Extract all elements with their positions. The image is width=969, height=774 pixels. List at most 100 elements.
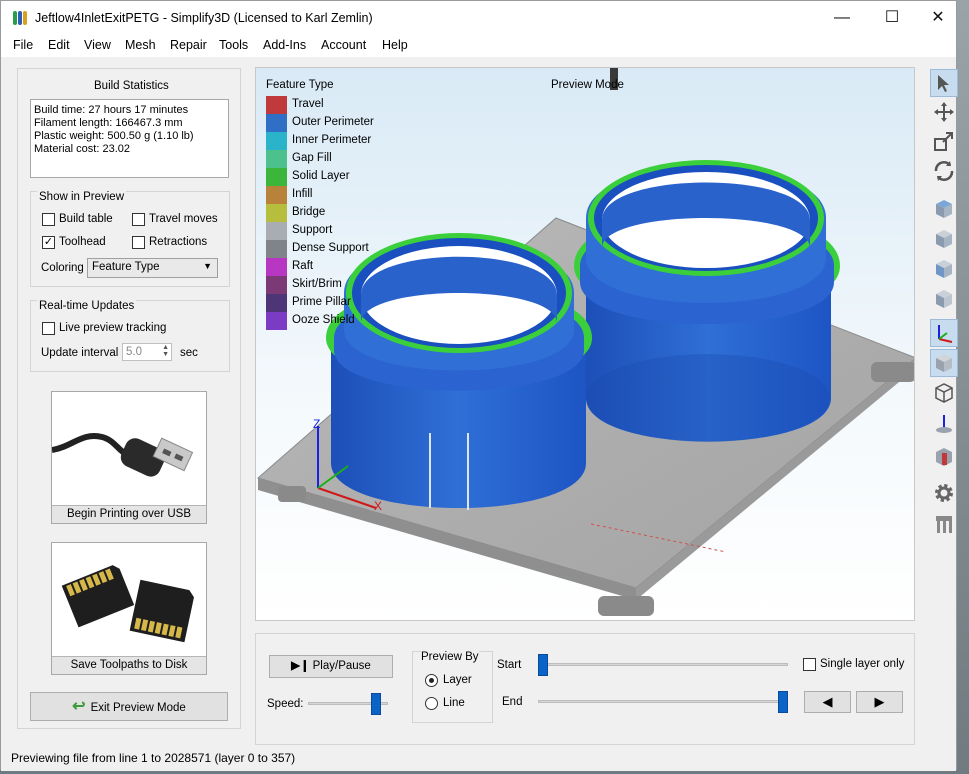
- legend-swatch: [266, 294, 287, 312]
- minimize-button[interactable]: —: [819, 1, 865, 35]
- toolhead-label: Toolhead: [59, 236, 106, 248]
- start-slider-thumb[interactable]: [538, 654, 548, 676]
- settings-icon[interactable]: [930, 479, 958, 507]
- dropdown-arrow-icon: ▼: [203, 261, 212, 271]
- menu-edit[interactable]: Edit: [48, 38, 70, 52]
- legend-label: Inner Perimeter: [292, 134, 372, 146]
- usb-print-card[interactable]: Begin Printing over USB: [51, 391, 207, 524]
- scale-icon[interactable]: [930, 127, 958, 155]
- menu-repair[interactable]: Repair: [170, 38, 207, 52]
- play-pause-icon: ▶❙: [291, 660, 310, 672]
- coloring-value: Feature Type: [92, 261, 160, 273]
- x-axis-label: X: [374, 499, 382, 513]
- status-bar: Previewing file from line 1 to 2028571 (…: [1, 747, 956, 771]
- status-text: Previewing file from line 1 to 2028571 (…: [11, 751, 296, 765]
- menu-file[interactable]: File: [13, 38, 33, 52]
- build-table-checkbox[interactable]: [42, 213, 55, 226]
- end-slider-track[interactable]: [538, 700, 788, 703]
- select-icon[interactable]: [930, 69, 958, 97]
- menu-mesh[interactable]: Mesh: [125, 38, 156, 52]
- exit-preview-button[interactable]: ↩ Exit Preview Mode: [30, 692, 228, 721]
- live-preview-label: Live preview tracking: [59, 322, 167, 334]
- usb-print-caption: Begin Printing over USB: [52, 505, 206, 523]
- legend-label: Ooze Shield: [292, 314, 355, 326]
- wireframe-view-icon[interactable]: [930, 379, 958, 407]
- next-layer-button[interactable]: ▶: [856, 691, 903, 713]
- legend-label: Prime Pillar: [292, 296, 351, 308]
- plate-clip: [598, 596, 654, 616]
- legend-swatch: [266, 96, 287, 114]
- plate-clip: [278, 486, 306, 502]
- view-front-icon[interactable]: [930, 255, 958, 283]
- update-interval-input[interactable]: 5.0 ▲ ▼: [122, 343, 172, 361]
- realtime-updates-title: Real-time Updates: [37, 300, 137, 312]
- normals-icon[interactable]: [930, 409, 958, 437]
- support-icon[interactable]: [930, 510, 958, 538]
- simplify3d-logo-icon: [13, 11, 27, 25]
- usb-cable-icon: [52, 433, 194, 477]
- speed-label: Speed:: [267, 698, 304, 710]
- legend-swatch: [266, 258, 287, 276]
- legend-title: Feature Type: [266, 79, 334, 91]
- live-preview-checkbox[interactable]: [42, 322, 55, 335]
- legend-swatch: [266, 132, 287, 150]
- update-interval-label: Update interval: [41, 347, 119, 359]
- legend-label: Solid Layer: [292, 170, 350, 182]
- single-layer-label: Single layer only: [820, 658, 905, 670]
- legend-label: Support: [292, 224, 333, 236]
- start-slider-track[interactable]: [538, 663, 788, 666]
- material-cost: Material cost: 23.02: [34, 143, 130, 155]
- menu-help[interactable]: Help: [382, 38, 408, 52]
- build-table-label: Build table: [59, 213, 113, 225]
- playback-panel: ▶❙ Play/Pause Speed: Preview By Layer Lin…: [255, 633, 915, 745]
- view-top-icon[interactable]: [930, 195, 958, 223]
- save-toolpaths-caption: Save Toolpaths to Disk: [52, 656, 206, 674]
- speed-slider-thumb[interactable]: [371, 693, 381, 715]
- menu-view[interactable]: View: [84, 38, 111, 52]
- realtime-updates-group: Real-time Updates Live preview tracking …: [30, 300, 230, 372]
- legend-swatch: [266, 114, 287, 132]
- move-icon[interactable]: [930, 98, 958, 126]
- toolhead-checkbox[interactable]: ✓: [42, 236, 55, 249]
- menu-tools[interactable]: Tools: [219, 38, 248, 52]
- 3d-viewport[interactable]: Z X Feature Type Preview Mode Travel Oute…: [255, 67, 915, 621]
- radio-selected-dot: [429, 678, 434, 683]
- menu-bar: File Edit View Mesh Repair Tools Add-Ins…: [1, 35, 956, 57]
- plastic-weight: Plastic weight: 500.50 g (1.10 lb): [34, 130, 194, 142]
- view-back-icon[interactable]: [930, 285, 958, 313]
- save-toolpaths-card[interactable]: Save Toolpaths to Disk: [51, 542, 207, 675]
- view-bottom-icon[interactable]: [930, 225, 958, 253]
- solid-view-icon[interactable]: [930, 349, 958, 377]
- build-statistics-title: Build Statistics: [94, 80, 169, 92]
- sd-card-icon: [61, 565, 194, 643]
- app-window: Jeftlow4InletExitPETG - Simplify3D (Lice…: [0, 0, 958, 771]
- play-pause-button[interactable]: ▶❙ Play/Pause: [269, 655, 393, 678]
- title-bar[interactable]: Jeftlow4InletExitPETG - Simplify3D (Lice…: [1, 1, 956, 35]
- retractions-label: Retractions: [149, 236, 208, 248]
- previous-layer-button[interactable]: ◀: [804, 691, 851, 713]
- end-label: End: [502, 696, 523, 708]
- coloring-select[interactable]: Feature Type ▼: [87, 258, 218, 278]
- retractions-checkbox[interactable]: [132, 236, 145, 249]
- update-interval-value: 5.0: [126, 346, 142, 358]
- legend-label: Travel: [292, 98, 324, 110]
- end-slider-thumb[interactable]: [778, 691, 788, 713]
- single-layer-checkbox[interactable]: [803, 658, 816, 671]
- legend-swatch: [266, 240, 287, 258]
- preview-by-group: Preview By Layer Line: [412, 651, 493, 723]
- back-arrow-icon: ↩: [72, 698, 86, 715]
- menu-add-ins[interactable]: Add-Ins: [263, 38, 306, 52]
- build-plate-scene: Z X: [256, 68, 914, 616]
- menu-account[interactable]: Account: [321, 38, 366, 52]
- maximize-button[interactable]: ☐: [869, 1, 915, 35]
- cross-section-icon[interactable]: [930, 443, 958, 471]
- rotate-icon[interactable]: [930, 157, 958, 185]
- layer-radio[interactable]: [425, 674, 438, 687]
- legend-swatch: [266, 312, 287, 330]
- show-in-preview-group: Show in Preview Build table Travel moves…: [30, 191, 230, 287]
- close-button[interactable]: ✕: [915, 1, 961, 35]
- axes-icon[interactable]: [930, 319, 958, 347]
- line-radio[interactable]: [425, 697, 438, 710]
- filament-length: Filament length: 166467.3 mm: [34, 117, 183, 129]
- travel-moves-checkbox[interactable]: [132, 213, 145, 226]
